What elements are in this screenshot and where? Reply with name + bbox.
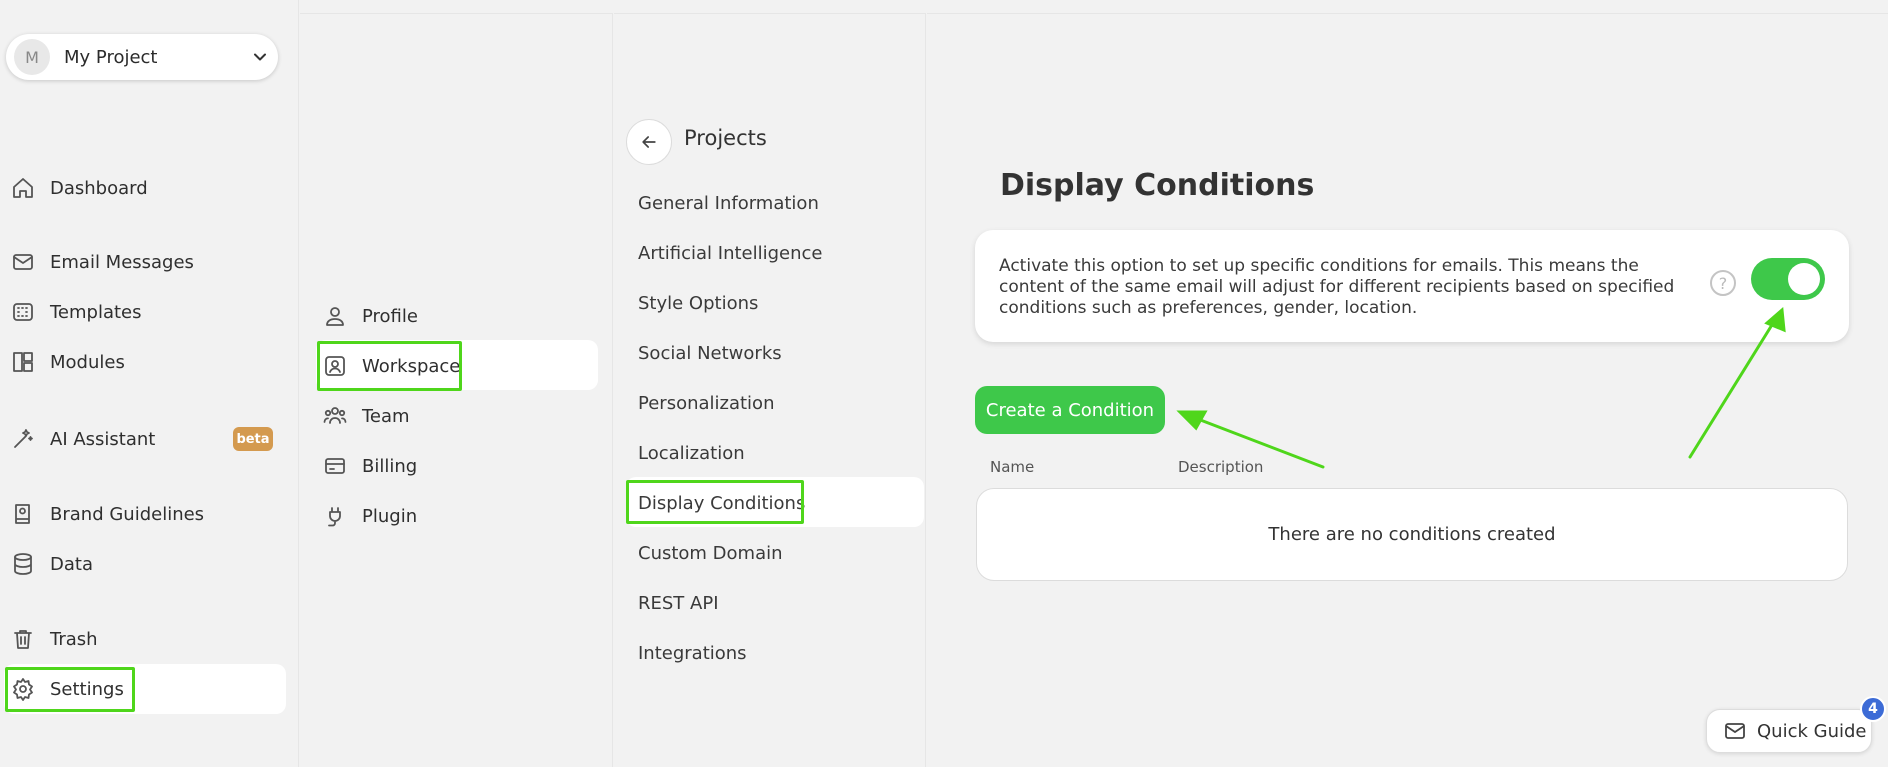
sidebar-item-dashboard[interactable]: Dashboard [10,164,286,212]
help-icon[interactable]: ? [1710,270,1736,296]
project-name: My Project [64,46,158,68]
quick-guide-button[interactable]: Quick Guide [1706,709,1872,753]
sidebar-item-label: Templates [50,301,142,323]
quick-guide-count-badge: 4 [1860,696,1886,722]
settings-item-label: Plugin [362,505,418,527]
menu-item-artificial-intelligence[interactable]: Artificial Intelligence [638,238,823,268]
column-header-name: Name [990,458,1035,476]
templates-icon [10,299,36,325]
settings-item-team[interactable]: Team [322,392,592,440]
sidebar-item-email-messages[interactable]: Email Messages [10,238,286,286]
beta-badge: beta [233,427,273,451]
settings-nav: Profile Workspace Team Billing Plugin [300,13,613,767]
quick-guide-label: Quick Guide [1757,720,1867,742]
projects-title: Projects [684,126,767,150]
settings-item-label: Profile [362,305,418,327]
workspace-nav: Projects General Information Artificial … [614,13,926,767]
sidebar-item-settings[interactable]: Settings [10,665,286,713]
arrow-left-icon [642,136,656,148]
sidebar-item-label: AI Assistant [50,428,156,450]
trash-icon [10,626,36,652]
empty-message: There are no conditions created [1268,524,1556,545]
menu-item-integrations[interactable]: Integrations [638,638,747,668]
sidebar-item-label: Modules [50,351,125,373]
back-button[interactable] [626,119,672,165]
settings-item-label: Billing [362,455,418,477]
book-icon [10,501,36,527]
project-selector[interactable]: M My Project [6,34,278,80]
magic-wand-icon [10,426,36,452]
modules-icon [10,349,36,375]
plug-icon [322,503,348,529]
settings-item-profile[interactable]: Profile [322,292,592,340]
database-icon [10,551,36,577]
mail-icon [1725,723,1745,739]
sidebar-item-trash[interactable]: Trash [10,615,286,663]
main-sidebar: M My Project Dashboard Email Messages Te… [0,0,299,767]
user-icon [322,303,348,329]
sidebar-item-label: Data [50,553,93,575]
create-condition-button[interactable]: Create a Condition [975,386,1165,434]
sidebar-item-label: Settings [50,678,124,700]
menu-item-social-networks[interactable]: Social Networks [638,338,782,368]
mail-icon [10,249,36,275]
page-title: Display Conditions [1000,168,1315,203]
card-description: Activate this option to set up specific … [999,256,1675,318]
menu-item-style-options[interactable]: Style Options [638,288,758,318]
menu-item-localization[interactable]: Localization [638,438,745,468]
menu-item-display-conditions[interactable]: Display Conditions [638,488,805,518]
toggle-knob [1788,263,1820,295]
menu-item-rest-api[interactable]: REST API [638,588,719,618]
settings-item-workspace[interactable]: Workspace [322,342,592,390]
menu-item-custom-domain[interactable]: Custom Domain [638,538,783,568]
display-conditions-card: Activate this option to set up specific … [975,230,1849,342]
sidebar-item-label: Brand Guidelines [50,503,205,525]
conditions-table: There are no conditions created [976,488,1848,581]
menu-item-personalization[interactable]: Personalization [638,388,774,418]
team-icon [322,403,348,429]
display-conditions-toggle[interactable] [1751,258,1825,300]
card-icon [322,453,348,479]
column-header-description: Description [1178,458,1264,476]
sidebar-item-label: Email Messages [50,251,194,273]
sidebar-item-templates[interactable]: Templates [10,288,286,336]
settings-item-label: Workspace [362,355,461,377]
settings-item-label: Team [362,405,410,427]
sidebar-item-label: Dashboard [50,177,148,199]
sidebar-item-modules[interactable]: Modules [10,338,286,386]
sidebar-item-brand-guidelines[interactable]: Brand Guidelines [10,490,286,538]
settings-item-billing[interactable]: Billing [322,442,592,490]
project-avatar: M [14,39,50,75]
sidebar-item-data[interactable]: Data [10,540,286,588]
menu-item-general-information[interactable]: General Information [638,188,819,218]
sidebar-item-label: Trash [50,628,98,650]
home-icon [10,175,36,201]
workspace-icon [322,353,348,379]
main-content: Display Conditions Activate this option … [927,13,1888,767]
settings-item-plugin[interactable]: Plugin [322,492,592,540]
chevron-down-icon [254,53,266,61]
gear-icon [10,676,36,702]
